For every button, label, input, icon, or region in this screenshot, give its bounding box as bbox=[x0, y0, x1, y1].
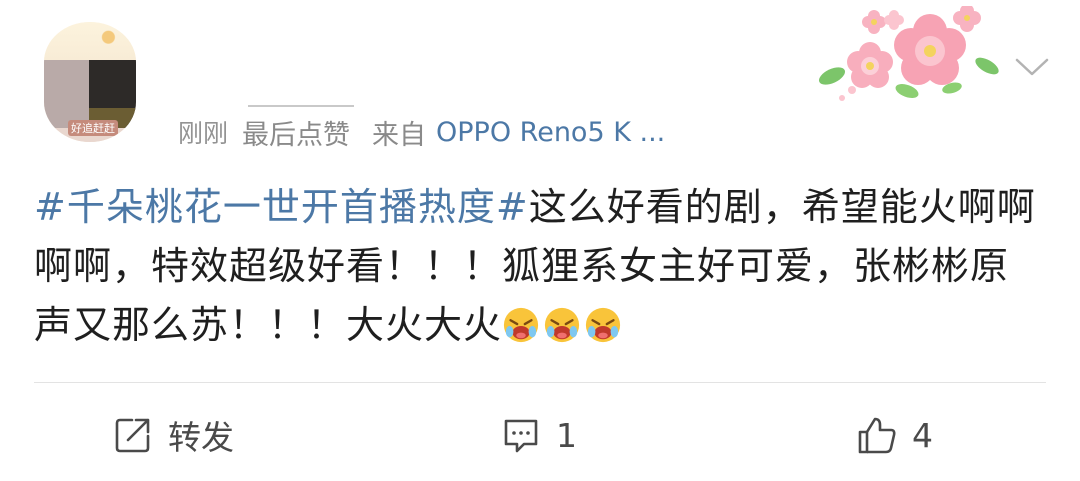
avatar[interactable]: 好追赶赶 bbox=[44, 22, 136, 142]
source-device-link[interactable]: OPPO Reno5 K ... bbox=[436, 117, 665, 148]
emoji-group bbox=[502, 303, 625, 347]
peach-blossom-icon bbox=[818, 6, 999, 101]
topic-hashtag-link[interactable]: #千朵桃花一世开首播热度# bbox=[34, 185, 529, 229]
thumbs-up-icon bbox=[858, 417, 896, 454]
crying-face-emoji bbox=[585, 307, 621, 343]
repost-icon bbox=[115, 418, 150, 453]
crying-face-emoji bbox=[503, 307, 539, 343]
divider bbox=[34, 382, 1046, 383]
post-meta: 刚刚 最后点赞 来自 OPPO Reno5 K ... bbox=[178, 104, 665, 152]
avatar-top bbox=[44, 22, 136, 60]
source-label: 来自 bbox=[372, 119, 427, 151]
comment-icon bbox=[504, 419, 538, 453]
last-liked-label: 最后点赞 bbox=[242, 104, 355, 152]
like-count: 4 bbox=[912, 415, 933, 455]
comment-button[interactable]: 1 bbox=[500, 412, 577, 458]
like-button[interactable]: 4 bbox=[856, 412, 933, 458]
post-content: #千朵桃花一世开首播热度#这么好看的剧，希望能火啊啊啊啊，特效超级好看！！！狐狸… bbox=[34, 178, 1044, 355]
weibo-post-card: 好追赶赶 刚刚 最后点赞 来自 OPPO Reno5 K ... #千朵桃花一世… bbox=[0, 0, 1080, 481]
post-time: 刚刚 bbox=[178, 119, 229, 148]
avatar-tag: 好追赶赶 bbox=[68, 120, 118, 136]
chevron-down-icon[interactable] bbox=[1014, 56, 1050, 78]
repost-label: 转发 bbox=[168, 418, 234, 457]
comment-count: 1 bbox=[556, 415, 577, 455]
avatar-blur-block bbox=[44, 60, 89, 128]
repost-button[interactable]: 转发 bbox=[112, 412, 234, 458]
crying-face-emoji bbox=[544, 307, 580, 343]
